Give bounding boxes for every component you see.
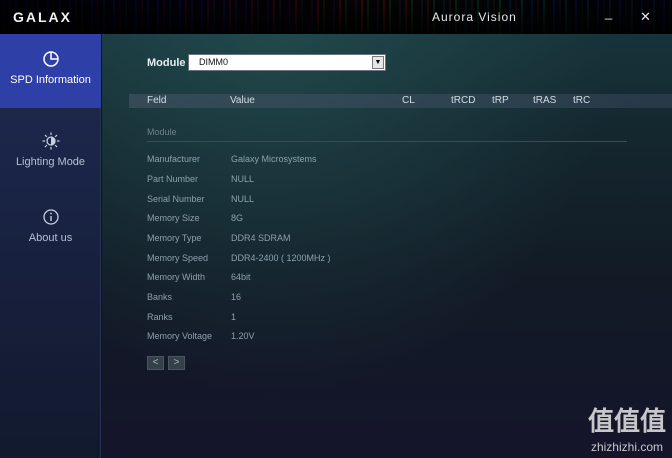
- sidebar-item-label: About us: [28, 232, 73, 244]
- column-header-value: Value: [230, 95, 255, 106]
- main-panel: Module DIMM0 ▼ Feld Value CL tRCD tRP tR…: [102, 34, 672, 458]
- row-value: DDR4 SDRAM: [231, 233, 291, 243]
- column-header-trc: tRC: [573, 95, 591, 106]
- module-select-value: DIMM0: [199, 57, 228, 67]
- module-select[interactable]: DIMM0 ▼: [188, 54, 386, 71]
- row-value: 8G: [231, 213, 244, 223]
- chevron-down-icon[interactable]: ▼: [372, 56, 384, 69]
- sidebar-item-about-us[interactable]: About us: [0, 192, 101, 266]
- sidebar-item-lighting-mode[interactable]: Lighting Mode: [0, 116, 101, 190]
- sun-icon: [42, 132, 59, 150]
- brand-logo: GALAX: [13, 9, 72, 25]
- minimize-button[interactable]: _: [605, 5, 612, 20]
- section-title: Module: [147, 127, 177, 137]
- watermark: 值值值 zhizhizhi.com: [588, 401, 666, 454]
- title-bar-shade: [0, 0, 672, 34]
- title-bar: GALAX Aurora Vision _ ✕: [0, 0, 672, 34]
- row-value: 1.20V: [231, 331, 255, 341]
- column-header-trcd: tRCD: [451, 95, 476, 106]
- column-header-tras: tRAS: [533, 95, 557, 106]
- row-key: Memory Speed: [147, 253, 209, 263]
- row-value: 64bit: [231, 272, 251, 282]
- watermark-url: zhizhizhi.com: [590, 440, 663, 454]
- sidebar-item-label: SPD Information: [10, 74, 91, 86]
- row-value: NULL: [231, 194, 255, 204]
- sidebar-item-label: Lighting Mode: [15, 156, 86, 168]
- module-label: Module: [147, 57, 186, 69]
- row-key: Memory Voltage: [147, 331, 213, 341]
- app-name: Aurora Vision: [432, 10, 517, 24]
- row-key: Part Number: [147, 174, 199, 184]
- row-value: Galaxy Microsystems: [231, 154, 317, 164]
- row-key: Manufacturer: [147, 154, 201, 164]
- row-value: 16: [231, 292, 242, 302]
- row-key: Memory Type: [147, 233, 202, 243]
- row-key: Memory Width: [147, 272, 206, 282]
- column-header-cl: CL: [402, 95, 415, 106]
- row-key: Serial Number: [147, 194, 205, 204]
- column-header-feld: Feld: [147, 95, 167, 106]
- row-value: DDR4-2400 ( 1200MHz ): [231, 253, 331, 263]
- table-header: Feld Value CL tRCD tRP tRAS tRC: [129, 94, 672, 108]
- next-page-button[interactable]: >: [168, 356, 185, 370]
- sidebar-item-spd-information[interactable]: SPD Information: [0, 34, 101, 108]
- info-icon: [42, 209, 59, 225]
- row-value: NULL: [231, 174, 255, 184]
- pie-chart-icon: [42, 51, 59, 67]
- row-key: Banks: [147, 292, 173, 302]
- divider: [147, 141, 627, 142]
- prev-page-button[interactable]: <: [147, 356, 164, 370]
- row-key: Memory Size: [147, 213, 200, 223]
- row-key: Ranks: [147, 312, 173, 322]
- close-button[interactable]: ✕: [640, 9, 651, 25]
- watermark-logo: 值值值: [587, 407, 666, 437]
- sidebar: SPD Information Lighting Mode About us: [0, 34, 101, 458]
- row-value: 1: [231, 312, 237, 322]
- column-header-trp: tRP: [492, 95, 509, 106]
